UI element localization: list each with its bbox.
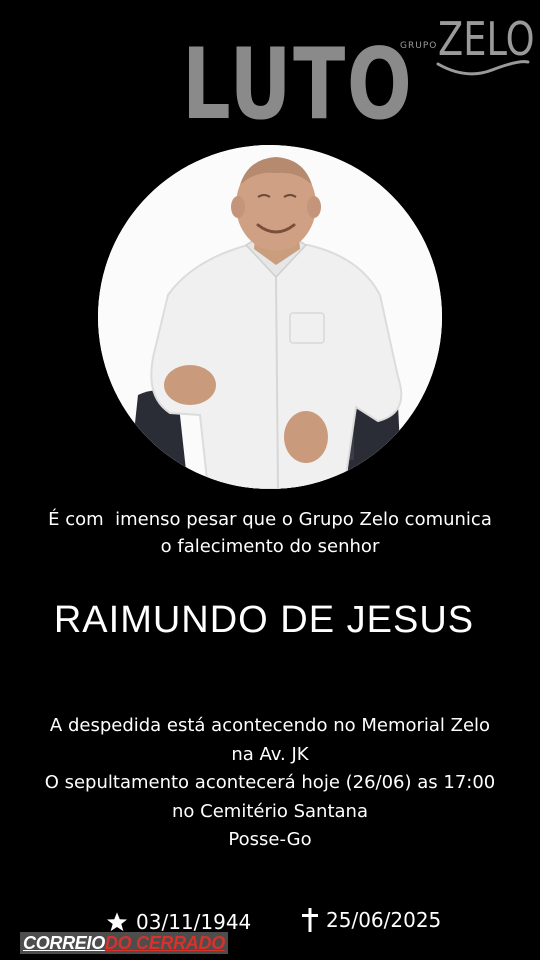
birth-date: 03/11/1944 bbox=[106, 910, 251, 934]
deceased-name: RAIMUNDO DE JESUS bbox=[53, 599, 475, 641]
birth-date-text: 03/11/1944 bbox=[136, 910, 252, 934]
death-date: 25/06/2025 bbox=[302, 908, 441, 932]
star-icon bbox=[106, 912, 128, 932]
watermark: CORREIODO CERRADO bbox=[20, 932, 228, 954]
announcement-line-2: o falecimento do senhor bbox=[160, 536, 380, 557]
logo-wave-icon bbox=[436, 60, 530, 76]
cross-icon bbox=[302, 908, 318, 932]
page-title: LUTO bbox=[182, 28, 414, 142]
details-line-2: na Av. JK bbox=[231, 743, 309, 765]
grupo-zelo-logo: GRUPO ZELO bbox=[400, 14, 535, 86]
death-date-text: 25/06/2025 bbox=[326, 908, 442, 932]
details-line-3: O sepultamento acontecerá hoje (26/06) a… bbox=[44, 772, 496, 793]
watermark-part-2: DO CERRADO bbox=[104, 933, 225, 953]
details-line-1: A despedida está acontecendo no Memorial… bbox=[49, 715, 491, 736]
funeral-details: A despedida está acontecendo no Memorial… bbox=[0, 712, 540, 855]
deceased-portrait bbox=[98, 145, 442, 489]
logo-small-text: GRUPO bbox=[400, 41, 438, 51]
watermark-part-1: CORREIO bbox=[23, 933, 105, 953]
announcement-line-1: É com imenso pesar que o Grupo Zelo comu… bbox=[48, 509, 492, 530]
announcement-text: É com imenso pesar que o Grupo Zelo comu… bbox=[0, 506, 540, 560]
details-line-4: no Cemitério Santana bbox=[172, 800, 368, 822]
logo-big-text: ZELO bbox=[438, 12, 535, 66]
details-line-5: Posse-Go bbox=[228, 829, 312, 850]
portrait-image bbox=[98, 145, 442, 489]
